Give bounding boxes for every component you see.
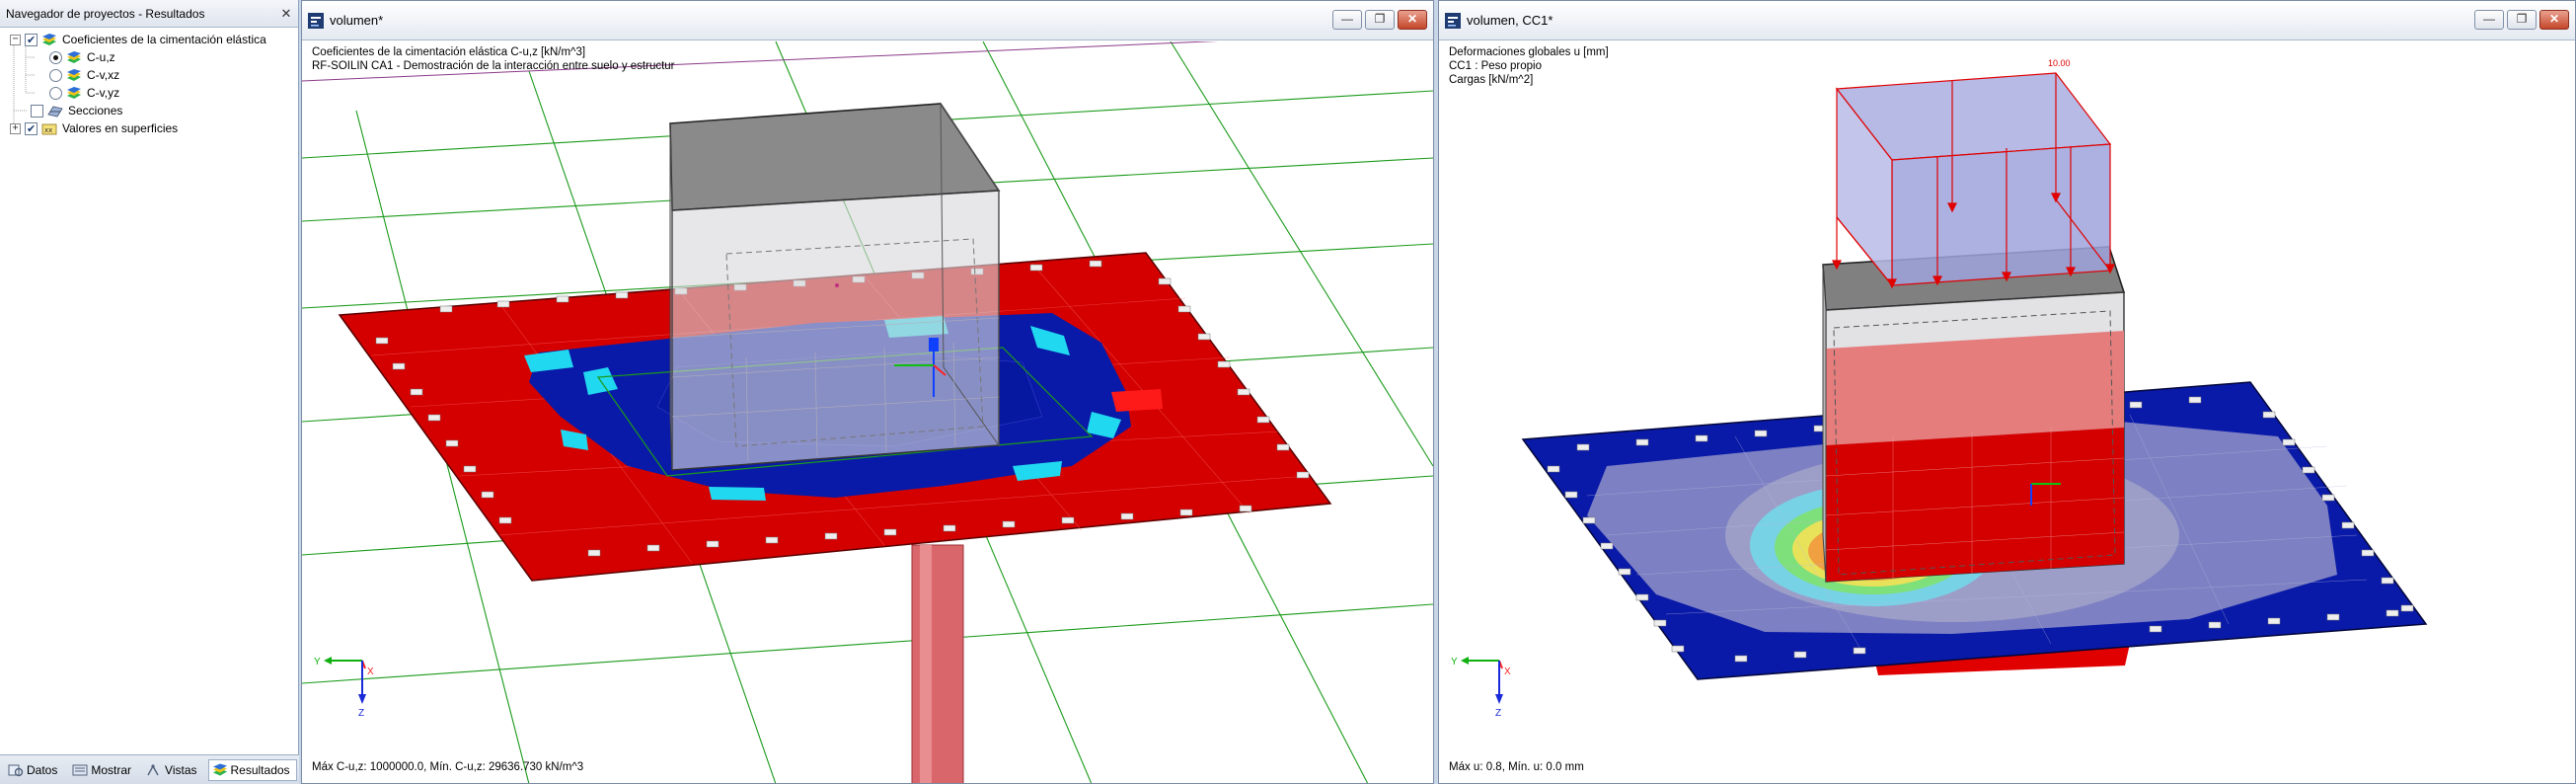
column-block — [669, 102, 1001, 471]
deformation-render[interactable]: 10.00 — [1439, 41, 2575, 783]
window-title-bar[interactable]: volumen, CC1* — ❐ ✕ — [1439, 1, 2575, 40]
navigator-tabs: Datos Mostrar Vistas Resultados — [0, 754, 299, 784]
coeficientes-label: Coeficientes de la cimentación elástica — [62, 33, 266, 46]
cvyz-radio[interactable] — [49, 86, 62, 100]
model-viewport-1[interactable]: Coeficientes de la cimentación elástica … — [302, 41, 1433, 783]
restore-button[interactable]: ❐ — [1365, 10, 1395, 30]
secciones-label: Secciones — [68, 104, 123, 118]
tree-item-cuz[interactable]: C-u,z — [49, 48, 115, 66]
results-icon — [212, 763, 227, 775]
minimize-button[interactable]: — — [2474, 10, 2504, 30]
app-icon — [308, 13, 324, 29]
restore-button[interactable]: ❐ — [2507, 10, 2537, 30]
tree-item-coeficientes[interactable]: − Coeficientes de la cimentación elástic… — [10, 31, 266, 49]
surface-values-icon: xx — [41, 123, 57, 134]
cvyz-label: C-v,yz — [87, 86, 120, 100]
result-footer: Máx u: 0.8, Mín. u: 0.0 mm — [1449, 761, 1584, 773]
column-block — [1822, 246, 2126, 583]
tree-item-cvxz[interactable]: C-v,xz — [49, 66, 119, 84]
tree-item-cvyz[interactable]: C-v,yz — [49, 84, 119, 102]
display-icon — [72, 764, 88, 775]
cuz-radio[interactable] — [49, 50, 62, 64]
result-footer: Máx C-u,z: 1000000.0, Mín. C-u,z: 29636.… — [312, 761, 584, 773]
results-surface-icon — [67, 86, 81, 99]
cuz-label: C-u,z — [87, 50, 115, 64]
results-surface-icon — [67, 50, 81, 63]
minimize-button[interactable]: — — [1332, 10, 1362, 30]
axis-x-label: X — [367, 666, 374, 677]
axis-z-label: Z — [358, 708, 364, 719]
valores-label: Valores en superficies — [62, 121, 179, 135]
section-icon — [47, 106, 63, 117]
cvxz-label: C-v,xz — [87, 68, 120, 82]
load-value-label: 10.00 — [2048, 58, 2071, 68]
axis-x-label: X — [1504, 666, 1511, 677]
close-icon[interactable]: ✕ — [278, 6, 294, 22]
project-navigator: Navegador de proyectos - Resultados ✕ − … — [0, 0, 299, 784]
valores-checkbox[interactable] — [25, 120, 38, 138]
model-viewport-2[interactable]: 10.00 Deformaciones globales u [mm] CC1 … — [1439, 41, 2575, 783]
pile — [911, 544, 964, 783]
navigator-title: Navegador de proyectos - Resultados — [6, 7, 205, 21]
views-icon — [147, 763, 159, 775]
tab-vistas[interactable]: Vistas — [142, 759, 203, 781]
results-tree: − Coeficientes de la cimentación elástic… — [0, 28, 298, 754]
secciones-checkbox[interactable] — [31, 104, 43, 118]
results-surface-icon — [67, 68, 81, 81]
coordinate-axes-icon: Y X Z — [314, 657, 374, 719]
results-surface-icon — [42, 33, 56, 45]
coordinate-axes-icon: Y X Z — [1451, 657, 1511, 719]
expand-icon[interactable]: + — [10, 122, 21, 134]
tree-item-valores[interactable]: + xx Valores en superficies — [10, 119, 179, 138]
tab-resultados[interactable]: Resultados — [207, 758, 297, 781]
foundation-coefficient-render[interactable] — [302, 41, 1433, 783]
axis-y-label: Y — [1451, 657, 1458, 667]
window-volumen-cc1: volumen, CC1* — ❐ ✕ 10.00 Deformaciones … — [1438, 0, 2576, 784]
cvxz-radio[interactable] — [49, 68, 62, 82]
data-icon — [8, 764, 24, 776]
collapse-icon[interactable]: − — [10, 34, 21, 45]
window-title: volumen* — [330, 13, 384, 28]
axis-z-label: Z — [1495, 708, 1501, 719]
close-button[interactable]: ✕ — [1398, 10, 1427, 30]
coeficientes-checkbox[interactable] — [25, 32, 38, 49]
window-volumen: volumen* — ❐ ✕ Coeficientes de la ciment… — [301, 0, 1434, 784]
bright-red-patch — [1111, 389, 1163, 412]
app-icon — [1445, 13, 1461, 29]
load-box — [1832, 72, 2115, 289]
tree-item-secciones[interactable]: Secciones — [31, 102, 122, 119]
window-title: volumen, CC1* — [1467, 13, 1553, 28]
window-title-bar[interactable]: volumen* — ❐ ✕ — [302, 1, 1433, 40]
close-button[interactable]: ✕ — [2539, 10, 2569, 30]
navigator-title-bar: Navegador de proyectos - Resultados ✕ — [0, 0, 298, 28]
axis-y-label: Y — [314, 657, 321, 667]
tab-datos[interactable]: Datos — [4, 759, 64, 781]
tab-mostrar[interactable]: Mostrar — [68, 759, 138, 781]
svg-text:xx: xx — [44, 126, 52, 134]
